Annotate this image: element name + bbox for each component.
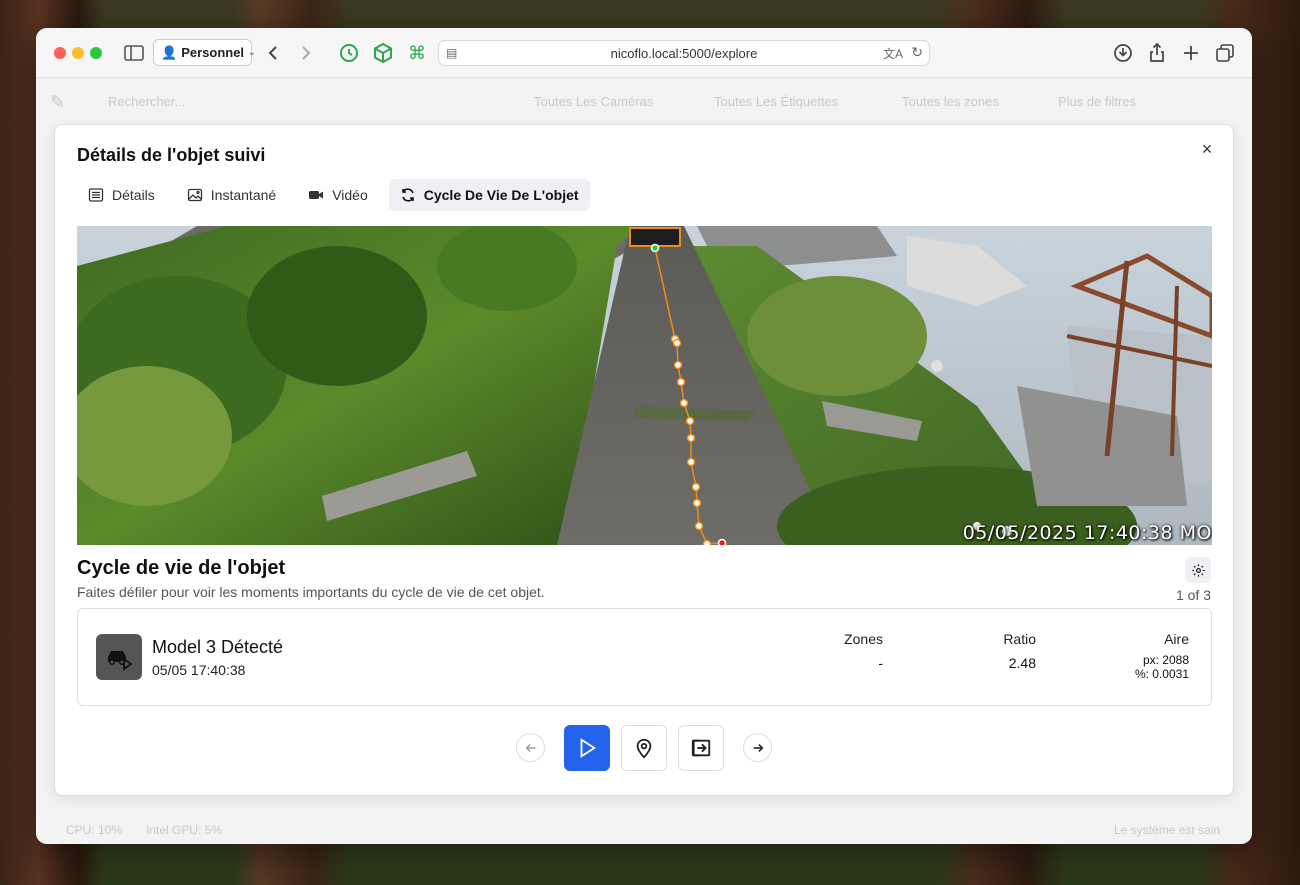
zones-value: - — [878, 655, 883, 671]
track-point[interactable] — [679, 398, 689, 408]
dialog-tabs: Détails Instantané Vidéo Cycle De Vie De… — [77, 179, 590, 211]
ratio-value: 2.48 — [1008, 655, 1036, 671]
image-icon — [187, 188, 202, 202]
close-window-button[interactable] — [54, 47, 66, 59]
gear-icon — [1191, 563, 1205, 577]
play-button[interactable] — [564, 725, 610, 771]
dialog-title: Détails de l'objet suivi — [77, 145, 266, 165]
system-status-ghost: Le système est sain — [1114, 823, 1221, 837]
track-start-point[interactable] — [650, 243, 660, 253]
more-filters-ghost: Plus de filtres — [1058, 94, 1137, 109]
page-icon: ▤ — [446, 46, 458, 60]
event-time: 05/05 17:40:38 — [152, 662, 246, 678]
search-input-ghost: Rechercher... — [108, 94, 186, 109]
new-tab-icon[interactable] — [1179, 41, 1203, 65]
zoom-window-button[interactable] — [90, 47, 102, 59]
track-point[interactable] — [673, 360, 683, 370]
extension-refresh-icon[interactable] — [337, 41, 361, 65]
track-point[interactable] — [686, 433, 696, 443]
event-thumbnail — [96, 634, 142, 680]
map-pin-icon — [636, 738, 652, 759]
share-icon[interactable] — [1145, 41, 1169, 65]
export-button[interactable] — [678, 725, 724, 771]
translate-icon[interactable]: 文A — [883, 45, 903, 62]
track-point[interactable] — [694, 521, 704, 531]
track-point[interactable] — [672, 338, 682, 348]
track-path — [650, 243, 727, 546]
snapshot-timestamp: 05/05/2025 17:40:38 MO — [962, 522, 1212, 544]
app-logo-icon: ✎ — [50, 92, 66, 112]
profile-selector[interactable]: 👤 Personnel ⌄ — [153, 39, 256, 66]
area-px: px: 2088 — [1142, 653, 1189, 667]
refresh-icon — [401, 188, 414, 202]
tab-lifecycle-label: Cycle De Vie De L'objet — [423, 187, 579, 203]
back-icon[interactable] — [261, 41, 285, 65]
tab-details-label: Détails — [112, 187, 155, 203]
chevron-down-icon: ⌄ — [248, 47, 256, 57]
tab-snapshot[interactable]: Instantané — [176, 179, 287, 211]
labels-filter-ghost: Toutes Les Étiquettes — [714, 94, 839, 109]
tab-overview-icon[interactable] — [1213, 41, 1237, 65]
ratio-label: Ratio — [1003, 631, 1036, 647]
lifecycle-event-card[interactable]: Model 3 Détecté 05/05 17:40:38 Zones - Ra… — [77, 608, 1212, 706]
track-point[interactable] — [702, 539, 712, 546]
settings-button[interactable] — [1185, 557, 1211, 583]
location-button[interactable] — [621, 725, 667, 771]
tab-video-label: Vidéo — [332, 187, 368, 203]
zones-filter-ghost: Toutes les zones — [902, 94, 999, 109]
reload-icon[interactable]: ↻ — [911, 44, 923, 61]
lifecycle-title: Cycle de vie de l'objet — [77, 557, 286, 579]
log-in-icon — [691, 739, 711, 757]
ratio-column: Ratio 2.48 — [1003, 631, 1036, 671]
extension-cube-icon[interactable] — [371, 41, 395, 65]
tab-object-lifecycle[interactable]: Cycle De Vie De L'objet — [388, 179, 590, 211]
download-icon[interactable] — [1111, 41, 1135, 65]
tracked-object-dialog: Détails de l'objet suivi × Détails Insta… — [54, 124, 1234, 796]
app-page: ✎ Rechercher... Toutes Les Caméras Toute… — [36, 78, 1252, 844]
track-point[interactable] — [676, 377, 686, 387]
next-button[interactable] — [743, 733, 772, 762]
extension-command-icon[interactable]: ⌘ — [405, 41, 429, 65]
person-icon: 👤 — [161, 44, 178, 60]
previous-button[interactable] — [516, 733, 545, 762]
event-counter: 1 of 3 — [1175, 587, 1211, 603]
play-icon — [580, 738, 597, 758]
tab-details[interactable]: Détails — [77, 179, 166, 211]
cameras-filter-ghost: Toutes Les Caméras — [534, 94, 654, 109]
address-bar[interactable]: ▤ nicoflo.local:5000/explore 文A ↻ — [438, 40, 930, 66]
profile-label: Personnel — [181, 45, 245, 60]
gpu-status-ghost: Intel GPU: 5% — [146, 823, 223, 837]
lifecycle-subtitle: Faites défiler pour voir les moments imp… — [77, 584, 545, 600]
url-text: nicoflo.local:5000/explore — [610, 45, 758, 61]
track-point[interactable] — [692, 498, 702, 508]
arrow-left-icon — [525, 743, 535, 752]
list-icon — [88, 188, 104, 202]
track-line — [654, 247, 723, 545]
browser-toolbar: 👤 Personnel ⌄ ⌘ ▤ nicoflo.local:5000/explo… — [36, 28, 1252, 78]
area-percent: %: 0.0031 — [1134, 667, 1189, 681]
forward-icon[interactable] — [294, 41, 318, 65]
track-point[interactable] — [691, 482, 701, 492]
video-icon — [309, 191, 324, 199]
tab-video[interactable]: Vidéo — [297, 179, 379, 211]
arrow-right-icon — [753, 743, 763, 752]
event-title: Model 3 Détecté — [152, 637, 284, 657]
track-point[interactable] — [686, 457, 696, 467]
area-column: Aire px: 2088%: 0.0031 — [1135, 631, 1189, 681]
zones-label: Zones — [844, 631, 883, 647]
browser-window: 👤 Personnel ⌄ ⌘ ▤ nicoflo.local:5000/explo… — [36, 28, 1252, 844]
tab-snapshot-label: Instantané — [210, 187, 277, 203]
camera-snapshot[interactable]: 05/05/2025 17:40:38 MO — [77, 226, 1212, 545]
track-point[interactable] — [685, 416, 695, 426]
sidebar-icon[interactable] — [122, 41, 146, 65]
track-end-point[interactable] — [717, 538, 727, 546]
area-label: Aire — [1164, 631, 1189, 647]
cpu-status-ghost: CPU: 10% — [66, 823, 123, 837]
car-icon — [108, 651, 133, 671]
close-icon[interactable]: × — [1197, 139, 1217, 159]
minimize-window-button[interactable] — [72, 47, 84, 59]
zones-column: Zones - — [844, 631, 883, 671]
